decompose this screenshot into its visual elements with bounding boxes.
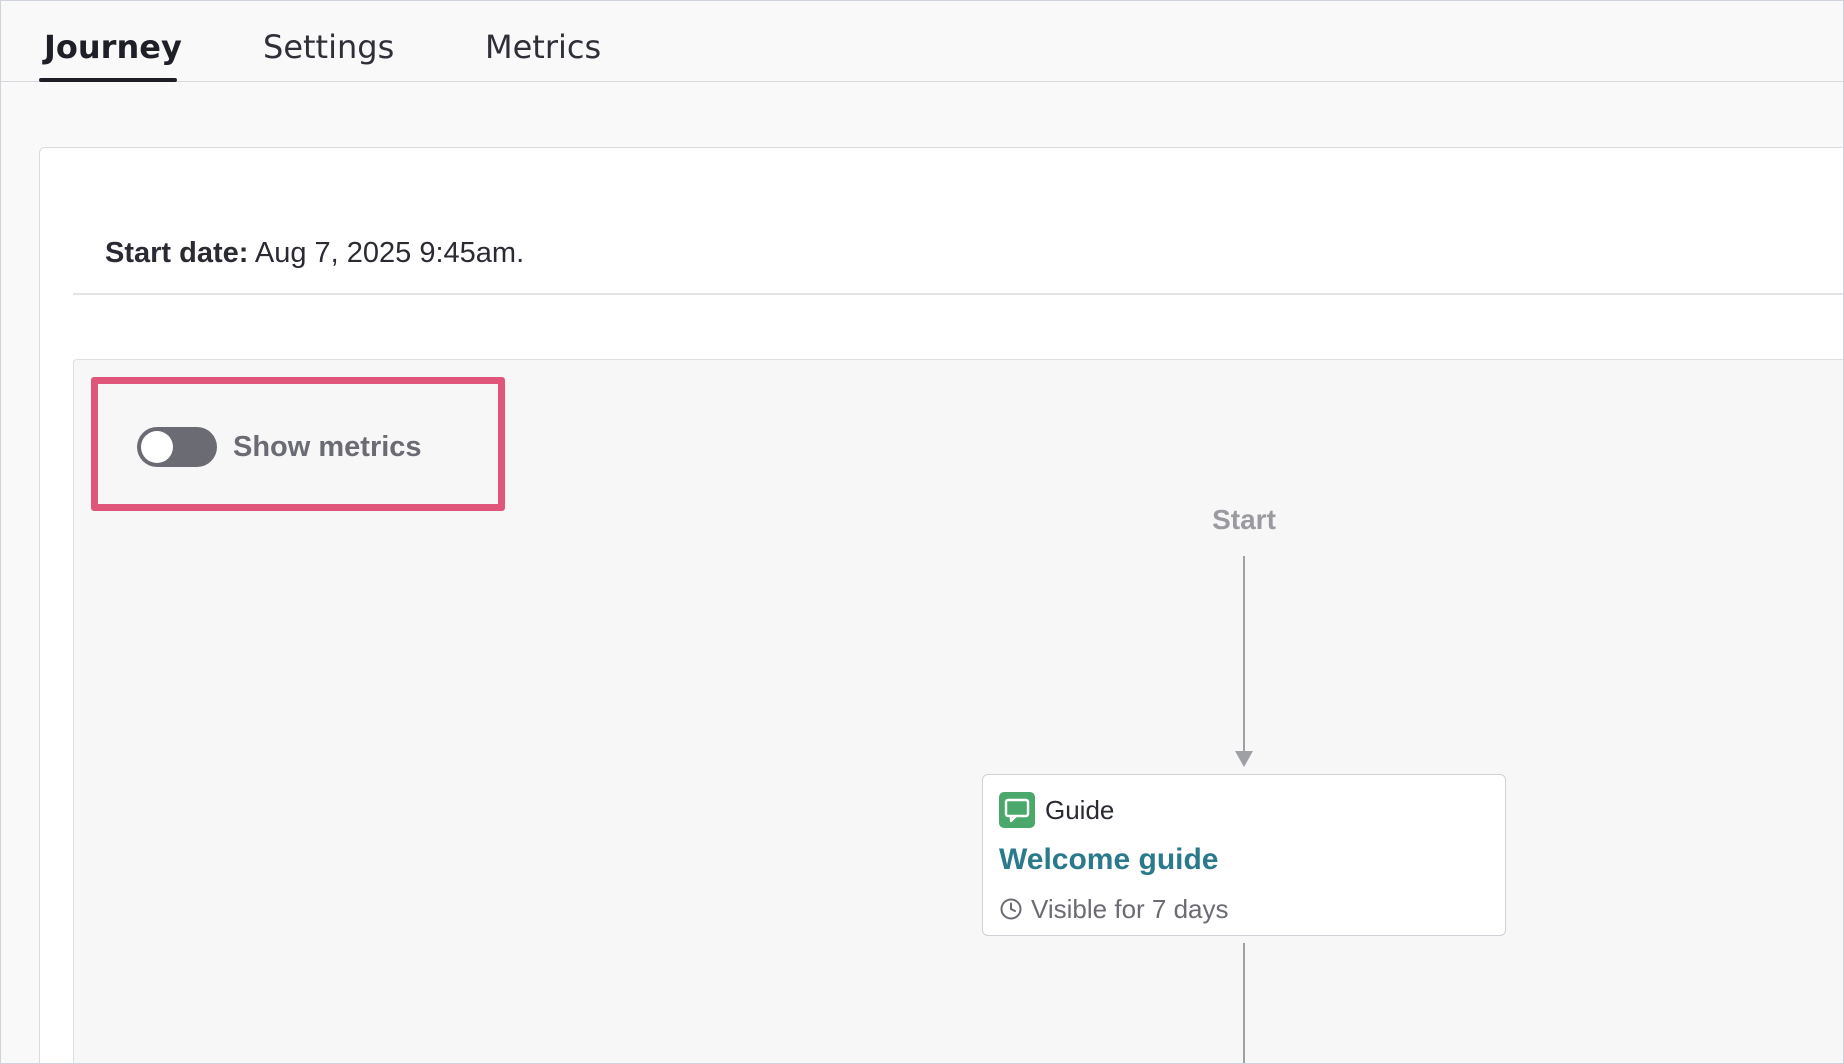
clock-icon — [999, 897, 1023, 921]
node-type-label: Guide — [1045, 795, 1115, 825]
flow-start-label: Start — [1212, 504, 1276, 535]
active-tab-indicator — [39, 78, 177, 82]
guide-chat-icon — [999, 792, 1035, 828]
guide-node[interactable]: Guide Welcome guide Visible for 7 days — [982, 774, 1506, 936]
toggle-knob — [141, 431, 173, 463]
tab-settings[interactable]: Settings — [263, 27, 394, 67]
show-metrics-label[interactable]: Show metrics — [233, 429, 422, 465]
tab-metrics[interactable]: Metrics — [485, 27, 601, 67]
divider — [73, 293, 1843, 295]
flow-arrow-head — [1235, 751, 1253, 767]
flow-connector-top — [1243, 556, 1245, 752]
tab-bar: Journey Settings Metrics — [1, 1, 1843, 82]
tab-journey[interactable]: Journey — [44, 27, 182, 67]
start-date-label: Start date: — [105, 237, 249, 269]
node-title-link[interactable]: Welcome guide — [999, 841, 1219, 879]
flow-connector-bottom — [1243, 943, 1245, 1063]
journey-page: Journey Settings Metrics Start date: Aug… — [0, 0, 1844, 1064]
start-date: Start date: Aug 7, 2025 9:45am. — [105, 235, 524, 271]
show-metrics-toggle[interactable] — [137, 427, 217, 467]
node-visibility-text: Visible for 7 days — [1031, 894, 1229, 924]
start-date-value: Aug 7, 2025 9:45am. — [254, 237, 525, 269]
